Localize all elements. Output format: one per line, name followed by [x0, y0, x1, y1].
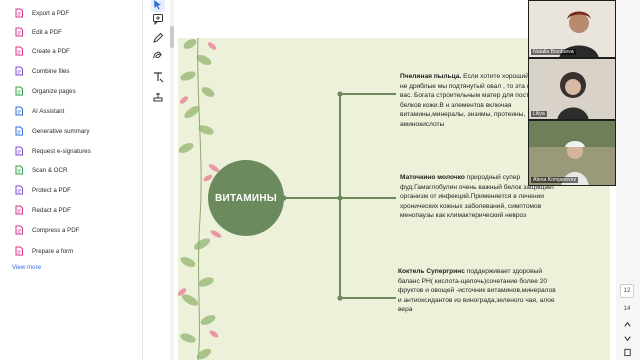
sidebar-item-label: AI Assistant [32, 107, 65, 115]
sidebar-item-organize-pages[interactable]: Organize pages [14, 84, 76, 98]
video-tile-3[interactable]: Alena Komjanevez [528, 120, 616, 186]
sidebar-item-generative-summary[interactable]: Generative summary [14, 124, 89, 138]
sidebar-item-label: Generative summary [32, 127, 90, 135]
organize-pages-icon [14, 86, 24, 96]
sidebar-item-label: Protect a PDF [32, 186, 71, 194]
sidebar-item-label: Prepare a form [32, 247, 74, 255]
request-esignatures-icon [14, 146, 24, 156]
participant-name: Liliya [531, 111, 547, 117]
edit-pdf-icon [14, 27, 24, 37]
export-pdf-icon [14, 8, 24, 18]
page-number-current[interactable]: 12 [620, 284, 634, 298]
text-edit-icon[interactable] [151, 70, 165, 84]
protect-pdf-icon [14, 185, 24, 195]
chevron-down-icon[interactable] [620, 332, 634, 344]
create-pdf-icon [14, 46, 24, 56]
sidebar-item-request-e-signatures[interactable]: Request e-signatures [14, 144, 91, 158]
view-more-link[interactable]: View more [12, 264, 41, 271]
prepare-form-icon [14, 246, 24, 256]
sidebar-item-label: Edit a PDF [32, 28, 62, 36]
sidebar-item-label: Create a PDF [32, 47, 70, 55]
draw-loop-icon[interactable] [151, 49, 165, 63]
ai-assistant-icon [14, 106, 24, 116]
fit-page-icon[interactable] [620, 346, 634, 358]
chevron-up-icon[interactable] [620, 318, 634, 330]
sidebar-item-label: Combine files [32, 67, 70, 75]
sidebar-item-prepare-a-form[interactable]: Prepare a form [14, 244, 73, 258]
participant-name: Alena Komjanevez [531, 177, 579, 183]
sidebar-item-combine-files[interactable]: Combine files [14, 64, 70, 78]
sidebar-item-redact-a-pdf[interactable]: Redact a PDF [14, 203, 71, 217]
add-comment-icon[interactable] [151, 12, 165, 26]
tools-sidebar: Export a PDF Edit a PDF Create a PDF Combin… [0, 0, 143, 360]
sidebar-item-protect-a-pdf[interactable]: Protect a PDF [14, 183, 71, 197]
scan-ocr-icon [14, 165, 24, 175]
page-number-total: 14 [623, 306, 631, 312]
highlight-pen-icon[interactable] [151, 31, 165, 45]
video-tile-2[interactable]: Liliya [528, 58, 616, 120]
sidebar-item-compress-a-pdf[interactable]: Compress a PDF [14, 223, 79, 237]
sidebar-item-label: Scan & OCR [32, 166, 68, 174]
sidebar-item-scan-ocr[interactable]: Scan & OCR [14, 163, 67, 177]
sidebar-item-label: Compress a PDF [32, 226, 80, 234]
branch-text-3: Коктель Супергринс поддерживает здоровый… [398, 267, 556, 315]
branch-title-3: Коктель Супергринс [398, 268, 465, 275]
compress-pdf-icon [14, 225, 24, 235]
combine-files-icon [14, 66, 24, 76]
video-tile-1[interactable]: Natalia Bozdueva [528, 0, 616, 58]
sidebar-item-label: Request e-signatures [32, 147, 91, 155]
sidebar-item-edit-a-pdf[interactable]: Edit a PDF [14, 25, 62, 39]
redact-pdf-icon [14, 205, 24, 215]
generative-summary-icon [14, 126, 24, 136]
participant-name: Natalia Bozdueva [531, 49, 576, 55]
sidebar-item-label: Redact a PDF [32, 206, 71, 214]
sidebar-item-label: Export a PDF [32, 9, 70, 17]
sidebar-item-create-a-pdf[interactable]: Create a PDF [14, 44, 70, 58]
branch-title-1: Пчелиная пыльца. [400, 73, 462, 80]
mindmap-center-node: ВИТАМИНЫ [208, 160, 284, 236]
select-cursor-icon[interactable] [151, 0, 165, 12]
sidebar-item-export-a-pdf[interactable]: Export a PDF [14, 6, 69, 20]
stamp-icon[interactable] [151, 90, 165, 104]
branch-title-2: Маточкино молочко [400, 174, 465, 181]
annotation-toolstrip [143, 0, 173, 360]
sidebar-item-ai-assistant[interactable]: AI Assistant [14, 104, 64, 118]
sidebar-item-label: Organize pages [32, 87, 76, 95]
